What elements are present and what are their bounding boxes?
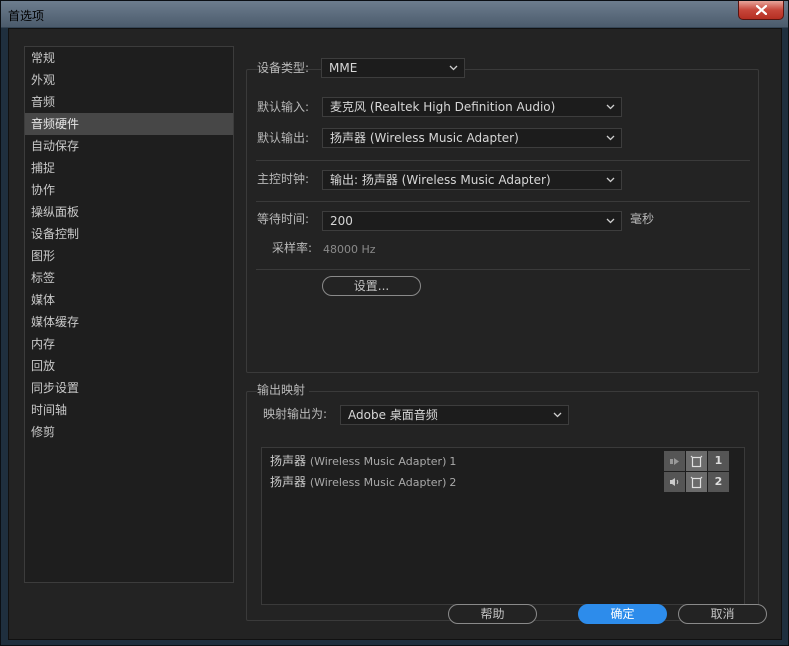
channel-number: 1: [449, 455, 457, 468]
sample-rate-label: 采样率:: [272, 241, 313, 255]
default-output-label: 默认输出:: [257, 131, 310, 145]
ok-button[interactable]: 确定: [578, 604, 667, 624]
close-button[interactable]: [738, 1, 784, 20]
chevron-down-icon: [449, 65, 458, 71]
sidebar-item-general[interactable]: 常规: [25, 47, 233, 69]
default-input-dropdown[interactable]: 麦克风 (Realtek High Definition Audio): [322, 97, 622, 117]
device-name: (Wireless Music Adapter): [309, 476, 447, 489]
sidebar-item-collaboration[interactable]: 协作: [25, 179, 233, 201]
help-button[interactable]: 帮助: [448, 604, 537, 624]
master-clock-dropdown[interactable]: 输出: 扬声器 (Wireless Music Adapter): [322, 170, 622, 190]
category-list[interactable]: 常规 外观 音频 音频硬件 自动保存 捕捉 协作 操纵面板 设备控制 图形 标签…: [24, 46, 234, 583]
close-icon: [755, 5, 767, 15]
divider: [256, 269, 750, 270]
dialog-body: 常规 外观 音频 音频硬件 自动保存 捕捉 协作 操纵面板 设备控制 图形 标签…: [8, 28, 782, 640]
chevron-down-icon: [606, 177, 615, 183]
sidebar-item-sync-settings[interactable]: 同步设置: [25, 377, 233, 399]
sidebar-item-trim[interactable]: 修剪: [25, 421, 233, 443]
list-item[interactable]: 扬声器 (Wireless Music Adapter) 1 1: [270, 451, 740, 471]
latency-dropdown[interactable]: 200: [322, 211, 622, 231]
output-mapping-title: 输出映射: [257, 381, 310, 398]
map-output-to-value: Adobe 桌面音频: [348, 408, 438, 422]
sidebar-item-capture[interactable]: 捕捉: [25, 157, 233, 179]
device-type-dropdown[interactable]: MME: [321, 58, 465, 78]
sidebar-item-labels[interactable]: 标签: [25, 267, 233, 289]
device-name: (Wireless Music Adapter): [309, 455, 447, 468]
sidebar-item-device-control[interactable]: 设备控制: [25, 223, 233, 245]
channel-number: 2: [449, 476, 457, 489]
sidebar-item-playback[interactable]: 回放: [25, 355, 233, 377]
map-output-to-dropdown[interactable]: Adobe 桌面音频: [340, 405, 569, 425]
default-input-value: 麦克风 (Realtek High Definition Audio): [330, 100, 556, 114]
chevron-down-icon: [606, 104, 615, 110]
device-prefix: 扬声器: [270, 454, 310, 468]
list-item[interactable]: 扬声器 (Wireless Music Adapter) 2 2: [270, 472, 740, 492]
channel-route-button[interactable]: [686, 451, 707, 471]
title-bar[interactable]: 首选项: [1, 1, 788, 28]
channel-number-badge: 2: [708, 472, 729, 492]
sidebar-item-graphics[interactable]: 图形: [25, 245, 233, 267]
channel-speaker-button[interactable]: [664, 472, 685, 492]
sidebar-item-memory[interactable]: 内存: [25, 333, 233, 355]
sidebar-item-timeline[interactable]: 时间轴: [25, 399, 233, 421]
preferences-window: 首选项 常规 外观 音频 音频硬件 自动保存 捕捉 协作 操纵面板 设备控制 图…: [0, 0, 789, 646]
sidebar-item-auto-save[interactable]: 自动保存: [25, 135, 233, 157]
divider: [256, 201, 750, 202]
master-clock-value: 输出: 扬声器 (Wireless Music Adapter): [330, 173, 551, 187]
channel-buttons: 2: [664, 472, 729, 492]
chevron-down-icon: [553, 412, 562, 418]
speaker-icon: [669, 478, 678, 486]
latency-value: 200: [330, 214, 353, 228]
window-title: 首选项: [8, 9, 45, 23]
channel-play-button[interactable]: [664, 451, 685, 471]
default-output-value: 扬声器 (Wireless Music Adapter): [330, 131, 519, 145]
latency-label: 等待时间:: [257, 212, 310, 226]
default-output-dropdown[interactable]: 扬声器 (Wireless Music Adapter): [322, 128, 622, 148]
sidebar-item-appearance[interactable]: 外观: [25, 69, 233, 91]
sidebar-item-audio-hardware[interactable]: 音频硬件: [25, 113, 233, 135]
master-clock-label: 主控时钟:: [257, 172, 310, 186]
channel-badge-label: 1: [714, 454, 723, 467]
map-output-to-label: 映射输出为:: [263, 407, 328, 421]
settings-button[interactable]: 设置...: [322, 276, 421, 296]
default-input-label: 默认输入:: [257, 100, 310, 114]
device-prefix: 扬声器: [270, 475, 310, 489]
device-type-label: 设备类型:: [257, 61, 310, 75]
chevron-down-icon: [606, 218, 615, 224]
channel-buttons: 1: [664, 451, 729, 471]
sidebar-item-media[interactable]: 媒体: [25, 289, 233, 311]
channel-number-badge: 1: [708, 451, 729, 471]
cancel-button[interactable]: 取消: [678, 604, 767, 624]
device-type-value: MME: [329, 61, 358, 75]
sidebar-item-control-surface[interactable]: 操纵面板: [25, 201, 233, 223]
play-icon: [670, 457, 679, 465]
divider: [256, 160, 750, 161]
output-mapping-list[interactable]: 扬声器 (Wireless Music Adapter) 1 1 扬声器 (Wir…: [261, 447, 745, 605]
channel-badge-label: 2: [714, 475, 723, 488]
chevron-down-icon: [606, 135, 615, 141]
latency-unit: 毫秒: [630, 212, 655, 226]
channel-route-button[interactable]: [686, 472, 707, 492]
channel-box-icon: [690, 476, 703, 488]
sidebar-item-audio[interactable]: 音频: [25, 91, 233, 113]
sample-rate-value: 48000 Hz: [323, 243, 376, 256]
sidebar-item-media-cache[interactable]: 媒体缓存: [25, 311, 233, 333]
channel-box-icon: [690, 455, 703, 467]
